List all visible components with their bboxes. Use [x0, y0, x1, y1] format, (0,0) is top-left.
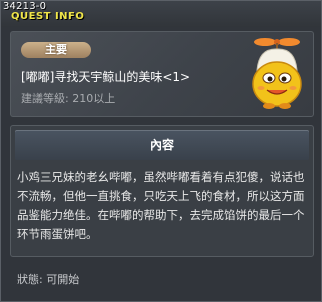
title-bar[interactable]: 34213-0 QUEST INFO	[1, 1, 321, 27]
quest-type-badge: 主要	[21, 42, 91, 58]
quest-description: 小鸡三兄妹的老幺哔嘟，虽然哔嘟看着有点犯傻，说话也不流畅，但他一直挑食，只吃天上…	[17, 170, 305, 241]
quest-info-window: 34213-0 QUEST INFO 主要 [嘟嘟]寻找天宇鲸山的美味<1> 建…	[0, 0, 322, 302]
content-header: 內容	[15, 130, 309, 160]
quest-name: [嘟嘟]寻找天宇鲸山的美味<1>	[21, 70, 191, 84]
quest-status: 狀態: 可開始	[17, 273, 80, 286]
level-requirement: 建議等級: 210以上	[21, 92, 116, 105]
npc-chicken-helmet-icon	[252, 38, 302, 109]
quest-header-panel: 主要 [嘟嘟]寻找天宇鲸山的美味<1> 建議等級: 210以上	[10, 31, 314, 117]
quest-content-panel: 內容 小鸡三兄妹的老幺哔嘟，虽然哔嘟看着有点犯傻，说话也不流畅，但他一直挑食，只…	[10, 125, 314, 257]
window-title: QUEST INFO	[11, 11, 85, 22]
